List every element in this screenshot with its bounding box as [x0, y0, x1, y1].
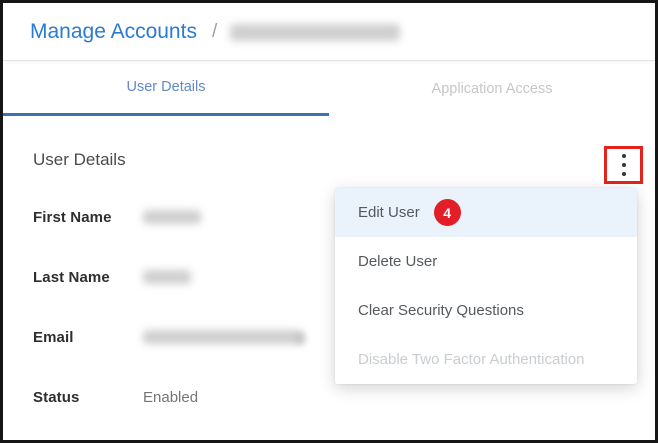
tab-user-details-label: User Details: [126, 79, 206, 95]
last-name-value-redacted: [143, 270, 191, 284]
breadcrumb-separator: /: [211, 20, 218, 42]
annotation-step-badge: 4: [433, 199, 461, 226]
tab-application-access-label: Application Access: [431, 80, 553, 97]
first-name-value-redacted: [143, 210, 201, 224]
section-title: User Details: [33, 150, 126, 169]
kebab-menu-icon: [621, 154, 626, 176]
field-row-email: Email: [33, 328, 303, 346]
page-header: Manage Accounts /: [3, 3, 655, 61]
menu-item-disable-two-factor-label: Disable Two Factor Authentication: [358, 351, 585, 368]
status-value: Enabled: [143, 388, 199, 406]
field-row-first-name: First Name: [33, 208, 201, 226]
kebab-menu-button[interactable]: [604, 146, 643, 184]
breadcrumb-manage-accounts-link[interactable]: Manage Accounts: [30, 20, 197, 44]
menu-item-edit-user[interactable]: Edit User 4: [335, 188, 637, 237]
email-label: Email: [33, 328, 74, 346]
last-name-label: Last Name: [33, 268, 110, 286]
breadcrumb: Manage Accounts /: [30, 20, 401, 44]
tab-bar: User Details Application Access: [3, 61, 655, 116]
menu-item-clear-security-questions[interactable]: Clear Security Questions: [335, 286, 637, 335]
field-row-status: Status Enabled: [33, 388, 198, 406]
menu-item-edit-user-label: Edit User: [358, 204, 420, 221]
tab-application-access[interactable]: Application Access: [329, 61, 655, 116]
field-row-last-name: Last Name: [33, 268, 191, 286]
context-menu: Edit User 4 Delete User Clear Security Q…: [335, 188, 637, 384]
menu-item-delete-user-label: Delete User: [358, 253, 438, 270]
status-label: Status: [33, 388, 80, 406]
manage-accounts-window: Manage Accounts / User Details Applicati…: [0, 0, 658, 443]
menu-item-clear-security-questions-label: Clear Security Questions: [358, 302, 524, 319]
menu-item-delete-user[interactable]: Delete User: [335, 237, 637, 286]
first-name-label: First Name: [33, 208, 112, 226]
breadcrumb-current-user-redacted: [230, 24, 401, 41]
email-value-redacted: [143, 330, 303, 344]
email-value-overflow: [295, 333, 305, 344]
menu-item-disable-two-factor[interactable]: Disable Two Factor Authentication: [335, 335, 637, 384]
tab-user-details[interactable]: User Details: [3, 61, 329, 116]
